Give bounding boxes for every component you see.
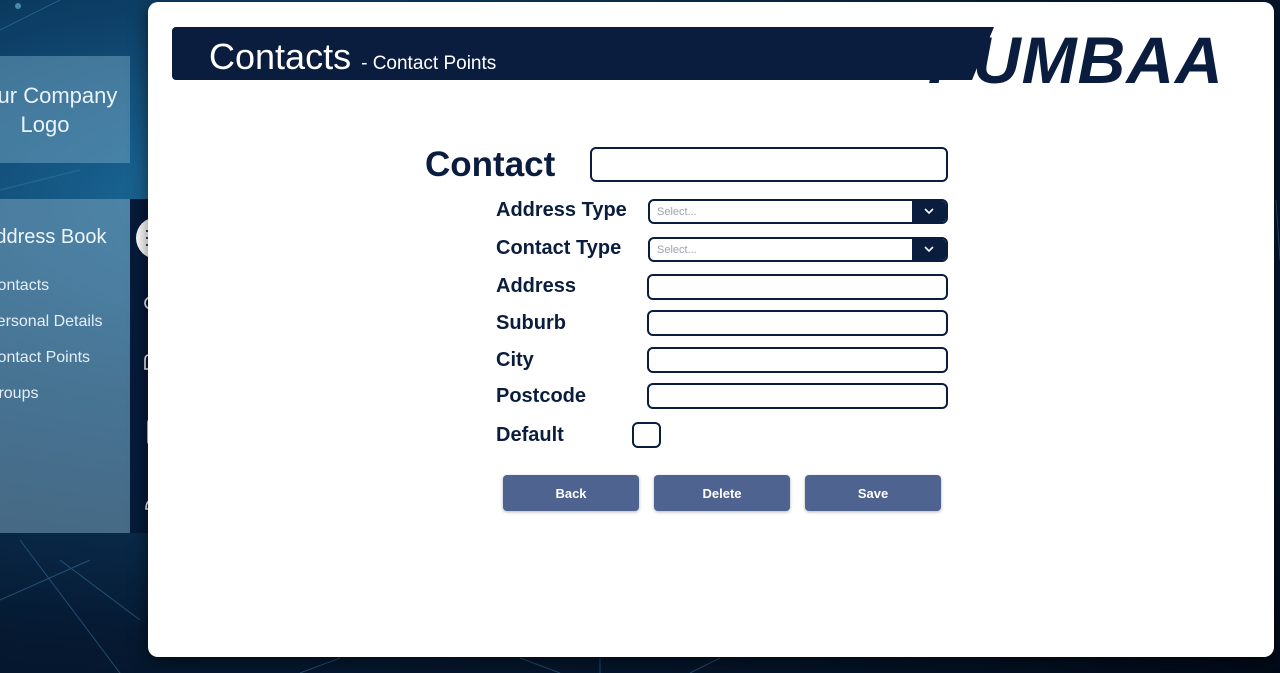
sidebar-item-contact-points[interactable]: Contact Points	[0, 349, 90, 367]
contact-type-value: Select...	[657, 243, 697, 256]
address-type-select[interactable]: Select...	[648, 199, 948, 224]
contact-input[interactable]	[590, 147, 948, 182]
suburb-label: Suburb	[496, 312, 566, 334]
page-title-text: Contacts	[209, 36, 352, 77]
city-label: City	[496, 349, 534, 371]
back-button[interactable]: Back	[503, 475, 639, 511]
address-input[interactable]	[647, 274, 948, 300]
default-checkbox[interactable]	[632, 422, 661, 448]
contact-type-label: Contact Type	[496, 237, 622, 259]
sidebar-panel: Address Book Contacts Personal Details C…	[0, 199, 130, 533]
default-label: Default	[496, 424, 564, 446]
brand-logo: PUMBAA	[928, 23, 1224, 97]
main-panel: Contacts - Contact Points PUMBAA Contact…	[148, 2, 1274, 657]
sidebar-item-groups[interactable]: Groups	[0, 385, 38, 403]
save-button[interactable]: Save	[805, 475, 941, 511]
chevron-down-icon[interactable]	[912, 201, 946, 222]
header-bar: Contacts - Contact Points	[172, 27, 994, 80]
address-type-value: Select...	[657, 205, 697, 218]
page-subtitle: - Contact Points	[361, 53, 497, 74]
sidebar-item-contacts[interactable]: Contacts	[0, 277, 49, 295]
address-label: Address	[496, 275, 577, 297]
logo-text: Your Company Logo	[0, 82, 118, 137]
chevron-down-icon[interactable]	[912, 239, 946, 260]
contact-type-select[interactable]: Select...	[648, 237, 948, 262]
postcode-label: Postcode	[496, 385, 587, 407]
suburb-input[interactable]	[647, 310, 948, 336]
address-type-label: Address Type	[496, 199, 627, 221]
delete-button[interactable]: Delete	[654, 475, 790, 511]
city-input[interactable]	[647, 347, 948, 373]
company-logo-placeholder: Your Company Logo	[0, 56, 130, 163]
postcode-input[interactable]	[647, 383, 948, 409]
page-title: Contacts - Contact Points	[209, 36, 496, 78]
sidebar-item-personal-details[interactable]: Personal Details	[0, 313, 103, 331]
contact-label: Contact	[425, 145, 556, 184]
sidebar-section-title: Address Book	[0, 226, 107, 248]
